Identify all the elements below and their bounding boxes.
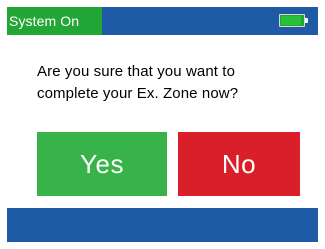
battery-icon <box>279 14 310 27</box>
system-status-badge: System On <box>7 7 102 35</box>
confirmation-message: Are you sure that you want to complete y… <box>37 61 297 105</box>
confirmation-message-line-1: Are you sure that you want to <box>37 63 236 80</box>
device-screen: System On Are you sure that you want to … <box>0 0 325 249</box>
battery-cap <box>305 18 308 23</box>
battery-shell <box>279 14 305 27</box>
battery-level-fill <box>281 16 301 25</box>
yes-button[interactable]: Yes <box>37 132 167 196</box>
confirmation-message-line-2: complete your Ex. Zone now? <box>37 85 239 102</box>
status-bar: System On <box>7 7 318 35</box>
no-button[interactable]: No <box>178 132 300 196</box>
bottom-bar <box>7 208 318 242</box>
